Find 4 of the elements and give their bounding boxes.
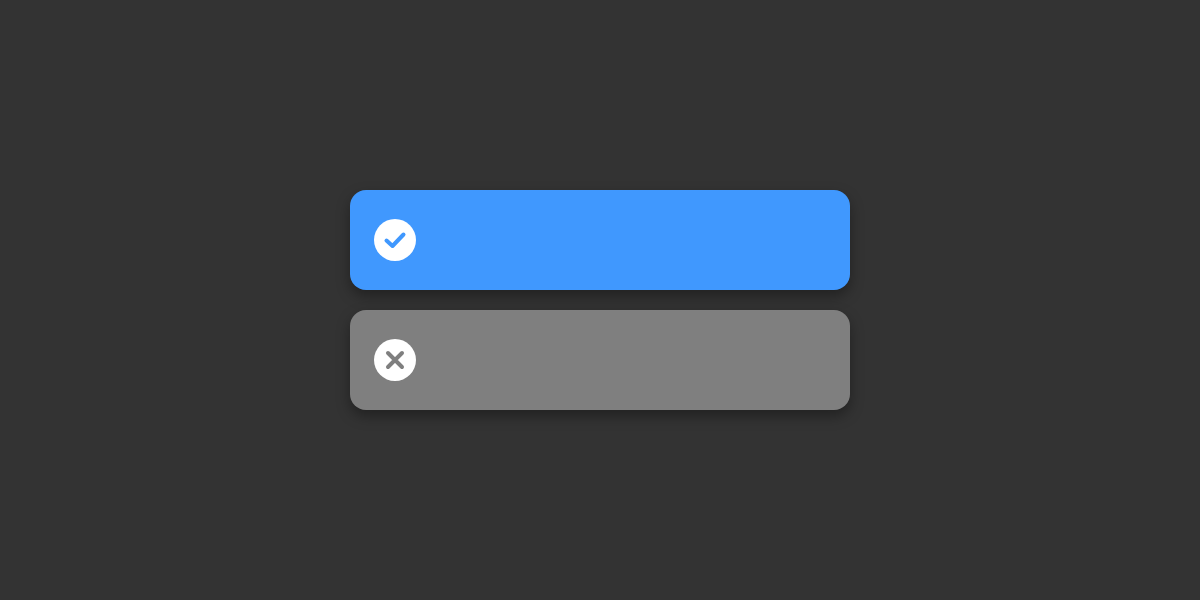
check-icon: [374, 219, 416, 261]
option-card[interactable]: [350, 310, 850, 410]
close-icon: [374, 339, 416, 381]
option-card[interactable]: [350, 190, 850, 290]
